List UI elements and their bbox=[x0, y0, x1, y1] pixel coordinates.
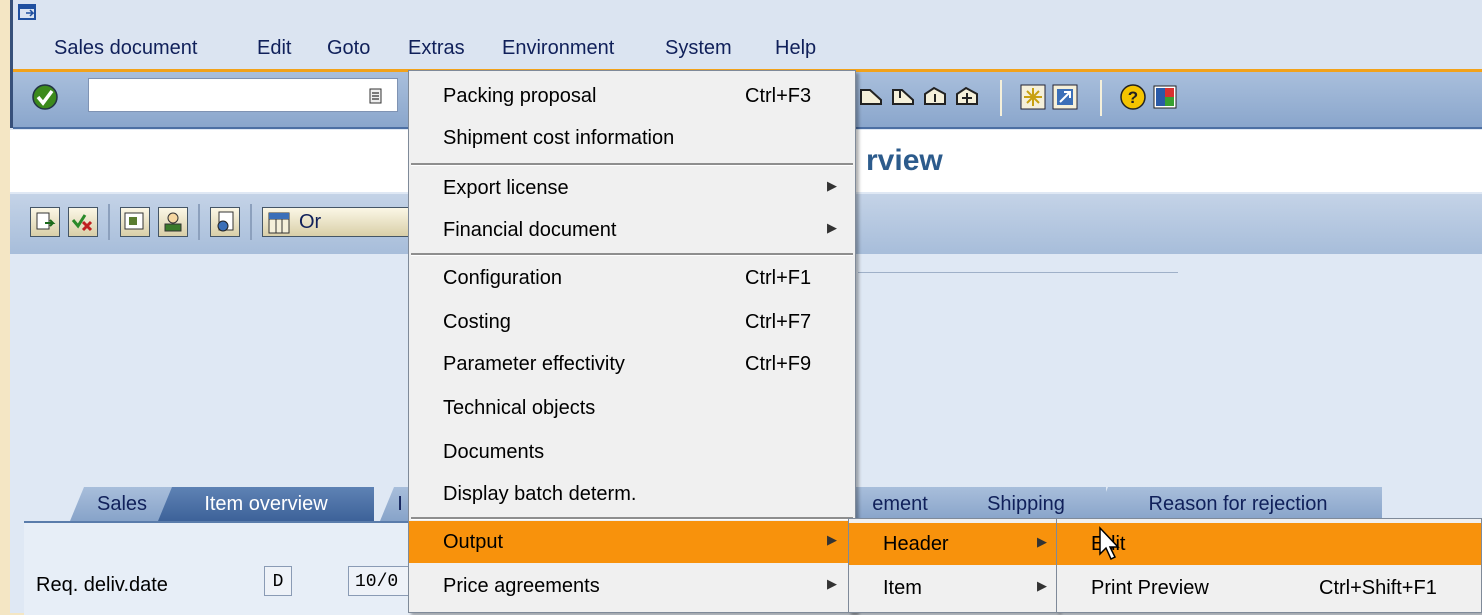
customize-layout-icon[interactable] bbox=[1150, 82, 1180, 112]
tab-reason-for-rejection[interactable]: Reason for rejection bbox=[1094, 487, 1382, 521]
tab-shipping[interactable]: Shipping bbox=[946, 487, 1106, 521]
menu-item-shortcut: Ctrl+F1 bbox=[745, 267, 812, 289]
menu-item-price-agreements[interactable]: Price agreements ▶ bbox=[409, 565, 855, 607]
item-detail-icon bbox=[217, 211, 234, 232]
output-submenu: Header ▶ Item ▶ bbox=[848, 518, 1058, 613]
menu-item-label: Display batch determ. bbox=[443, 483, 637, 505]
command-history-icon[interactable] bbox=[368, 86, 384, 106]
menu-system[interactable]: System bbox=[665, 37, 732, 63]
menu-item-label: Parameter effectivity bbox=[443, 353, 625, 375]
menu-item-label: Financial document bbox=[443, 219, 617, 241]
orders-button-label: Or bbox=[299, 211, 322, 233]
page-title: rview bbox=[866, 144, 943, 177]
document-flow-icon bbox=[36, 212, 56, 230]
menu-help[interactable]: Help bbox=[775, 37, 816, 63]
menu-item-display-batch-determ[interactable]: Display batch determ. bbox=[409, 473, 855, 515]
menu-item-shortcut: Ctrl+F3 bbox=[745, 85, 812, 107]
business-partner-button[interactable] bbox=[158, 207, 188, 237]
command-field[interactable] bbox=[88, 78, 398, 112]
submenu-arrow-icon: ▶ bbox=[827, 532, 837, 547]
menu-item-label: Packing proposal bbox=[443, 85, 597, 107]
menu-environment[interactable]: Environment bbox=[502, 37, 614, 63]
first-page-icon[interactable] bbox=[856, 82, 886, 112]
shortcut-icon[interactable] bbox=[1050, 82, 1080, 112]
menu-item-label: Price agreements bbox=[443, 575, 600, 597]
menu-item-print-preview[interactable]: Print Preview Ctrl+Shift+F1 bbox=[1057, 567, 1481, 609]
menu-item-documents[interactable]: Documents bbox=[409, 431, 855, 473]
menu-item-label: Technical objects bbox=[443, 397, 596, 419]
tab-item-overview[interactable]: Item overview bbox=[158, 487, 374, 521]
menu-item-shipment-cost-information[interactable]: Shipment cost information bbox=[409, 117, 855, 159]
submenu-arrow-icon: ▶ bbox=[827, 576, 837, 591]
menu-goto[interactable]: Goto bbox=[327, 37, 370, 63]
submenu-arrow-icon: ▶ bbox=[1037, 534, 1047, 549]
create-session-icon[interactable] bbox=[1018, 82, 1048, 112]
menu-item-export-license[interactable]: Export license ▶ bbox=[409, 167, 855, 209]
menu-separator bbox=[411, 163, 853, 166]
toolbar-separator bbox=[108, 204, 110, 240]
req-deliv-date-format-field[interactable]: D bbox=[264, 566, 292, 596]
check-incompletion-button[interactable] bbox=[68, 207, 98, 237]
help-icon[interactable]: ? bbox=[1118, 82, 1148, 112]
orders-grid-icon bbox=[268, 212, 290, 234]
menu-item-label: Header bbox=[883, 533, 949, 555]
system-menu-icon[interactable] bbox=[18, 4, 38, 22]
toolbar-separator bbox=[198, 204, 200, 240]
next-page-icon[interactable] bbox=[920, 82, 950, 112]
menu-item-label: Costing bbox=[443, 311, 511, 333]
menu-extras[interactable]: Extras bbox=[408, 37, 465, 63]
previous-page-icon[interactable] bbox=[888, 82, 918, 112]
menu-item-item[interactable]: Item ▶ bbox=[849, 567, 1057, 609]
toolbar-separator bbox=[1100, 80, 1102, 116]
submenu-arrow-icon: ▶ bbox=[1037, 578, 1047, 593]
field-underline bbox=[858, 272, 1178, 273]
menu-separator bbox=[411, 253, 853, 256]
display-doc-flow-button[interactable] bbox=[30, 207, 60, 237]
header-icon bbox=[124, 212, 144, 230]
menu-item-label: Documents bbox=[443, 441, 545, 463]
menu-item-parameter-effectivity[interactable]: Parameter effectivity Ctrl+F9 bbox=[409, 343, 855, 385]
menu-item-label: Print Preview bbox=[1091, 577, 1209, 599]
extras-menu: Packing proposal Ctrl+F3 Shipment cost i… bbox=[408, 70, 856, 613]
menu-bar bbox=[13, 0, 1482, 70]
menu-item-shortcut: Ctrl+F9 bbox=[745, 353, 812, 375]
check-cross-icon bbox=[71, 214, 93, 232]
person-icon bbox=[164, 212, 182, 232]
menu-separator bbox=[411, 517, 853, 520]
menu-sales-document[interactable]: Sales document bbox=[54, 37, 197, 63]
menu-item-label: Configuration bbox=[443, 267, 562, 289]
mouse-cursor-icon bbox=[1099, 526, 1120, 561]
tab-sales[interactable]: Sales bbox=[70, 487, 174, 521]
menu-item-technical-objects[interactable]: Technical objects bbox=[409, 387, 855, 429]
item-details-button[interactable] bbox=[210, 207, 240, 237]
menu-item-packing-proposal[interactable]: Packing proposal Ctrl+F3 bbox=[409, 75, 855, 117]
menu-item-header[interactable]: Header ▶ bbox=[849, 523, 1057, 565]
orders-button[interactable]: Or bbox=[262, 207, 412, 237]
submenu-arrow-icon: ▶ bbox=[827, 178, 837, 193]
last-page-icon[interactable] bbox=[952, 82, 982, 112]
toolbar-separator bbox=[1000, 80, 1002, 116]
menu-item-label: Item bbox=[883, 577, 922, 599]
menu-item-output[interactable]: Output ▶ bbox=[409, 521, 855, 563]
svg-text:?: ? bbox=[1128, 88, 1138, 107]
menu-item-label: Export license bbox=[443, 177, 569, 199]
tab-procurement[interactable]: ement bbox=[840, 487, 960, 521]
menu-item-shortcut: Ctrl+Shift+F1 bbox=[1319, 577, 1437, 599]
header-details-button[interactable] bbox=[120, 207, 150, 237]
menu-item-financial-document[interactable]: Financial document ▶ bbox=[409, 209, 855, 251]
menu-edit[interactable]: Edit bbox=[257, 37, 291, 63]
menu-item-configuration[interactable]: Configuration Ctrl+F1 bbox=[409, 257, 855, 299]
toolbar-separator bbox=[250, 204, 252, 240]
menu-item-label: Output bbox=[443, 531, 504, 553]
menu-item-shortcut: Ctrl+F7 bbox=[745, 311, 812, 333]
submenu-arrow-icon: ▶ bbox=[827, 220, 837, 235]
menu-item-label: Shipment cost information bbox=[443, 127, 675, 149]
req-deliv-date-label: Req. deliv.date bbox=[36, 574, 168, 596]
enter-check-icon[interactable] bbox=[30, 82, 60, 112]
menu-item-costing[interactable]: Costing Ctrl+F7 bbox=[409, 301, 855, 343]
